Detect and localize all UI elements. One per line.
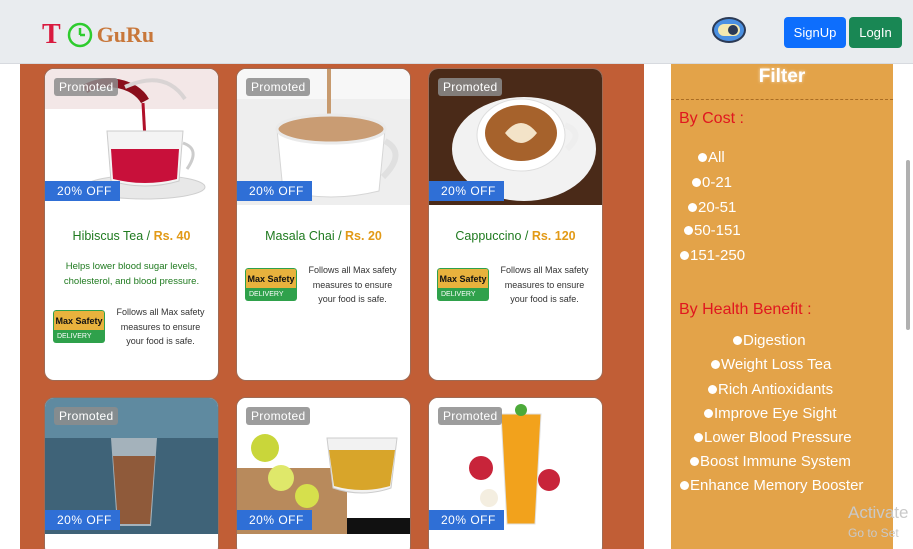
product-price: Rs. 120 [531, 229, 576, 243]
health-option-digestion[interactable]: Digestion [733, 332, 806, 349]
product-description: Helps lower blood sugar levels, choleste… [63, 261, 200, 287]
cost-option-0-21[interactable]: 0-21 [692, 174, 732, 191]
promoted-label: Promoted [246, 78, 311, 96]
product-grid: Promoted 20% OFF Hibiscus Tea / Rs. 40 H… [20, 64, 644, 549]
safety-info: Max Safety DELIVERY Follows all Max safe… [237, 263, 410, 307]
health-option-antioxidants[interactable]: Rich Antioxidants [708, 381, 833, 398]
safety-text: Follows all Max safety measures to ensur… [308, 265, 397, 304]
product-image-lemon-ginger-tea: Promoted 20% OFF [237, 398, 410, 534]
page-scrollbar[interactable] [906, 160, 910, 330]
max-safety-badge: Max Safety DELIVERY [437, 268, 489, 302]
filter-title: Filter [671, 66, 893, 100]
logo-letter: T [42, 19, 61, 50]
safety-info: Max Safety DELIVERY Follows all Max safe… [45, 305, 218, 349]
radio-icon [680, 481, 689, 490]
cost-option-all[interactable]: All [698, 149, 725, 166]
radio-icon [692, 178, 701, 187]
discount-tag: 20% OFF [237, 510, 312, 530]
discount-tag: 20% OFF [45, 181, 120, 201]
top-navbar: T GuRu SignUp LogIn [0, 0, 913, 64]
safety-text: Follows all Max safety measures to ensur… [500, 265, 589, 304]
product-image-hibiscus-tea: Promoted 20% OFF [45, 69, 218, 205]
logo-text: GuRu [96, 22, 155, 47]
radio-icon [694, 433, 703, 442]
max-safety-badge: Max Safety DELIVERY [53, 310, 105, 344]
radio-icon [688, 203, 697, 212]
product-card-masala-chai[interactable]: Promoted 20% OFF Masala Chai / Rs. 20 Ma… [236, 68, 411, 381]
product-title: Cappuccino / Rs. 120 [455, 229, 576, 243]
radio-icon [704, 409, 713, 418]
health-option-weight-loss[interactable]: Weight Loss Tea [711, 356, 831, 373]
cost-option-20-51[interactable]: 20-51 [688, 199, 736, 216]
discount-tag: 20% OFF [45, 510, 120, 530]
product-card-hibiscus-tea[interactable]: Promoted 20% OFF Hibiscus Tea / Rs. 40 H… [44, 68, 219, 381]
product-image-masala-chai: Promoted 20% OFF [237, 69, 410, 205]
brand-logo[interactable]: T GuRu [42, 18, 154, 52]
product-card[interactable]: Promoted 20% OFF [236, 397, 411, 549]
radio-icon [711, 360, 720, 369]
health-option-eye-sight[interactable]: Improve Eye Sight [704, 405, 837, 422]
health-option-blood-pressure[interactable]: Lower Blood Pressure [694, 429, 852, 446]
cost-option-151-250[interactable]: 151-250 [680, 247, 745, 264]
safety-info: Max Safety DELIVERY Follows all Max safe… [429, 263, 602, 307]
max-safety-badge: Max Safety DELIVERY [245, 268, 297, 302]
radio-icon [684, 226, 693, 235]
login-button[interactable]: LogIn [849, 17, 902, 48]
promoted-label: Promoted [438, 407, 503, 425]
signup-button[interactable]: SignUp [784, 17, 846, 48]
product-card-cappuccino[interactable]: Promoted 20% OFF Cappuccino / Rs. 120 Ma… [428, 68, 603, 381]
health-option-memory-booster[interactable]: Enhance Memory Booster [680, 477, 863, 494]
discount-tag: 20% OFF [429, 181, 504, 201]
radio-icon [690, 457, 699, 466]
product-card[interactable]: Promoted 20% OFF [428, 397, 603, 549]
product-price: Rs. 40 [153, 229, 191, 243]
promoted-label: Promoted [54, 407, 119, 425]
radio-icon [733, 336, 742, 345]
theme-toggle[interactable] [712, 17, 746, 43]
promoted-label: Promoted [246, 407, 311, 425]
cost-filter-heading: By Cost : [679, 110, 744, 127]
radio-icon [680, 251, 689, 260]
product-image-iced-tea: Promoted 20% OFF [45, 398, 218, 534]
filter-panel: Filter By Cost : All 0-21 20-51 50-151 1… [671, 64, 893, 549]
cost-option-50-151[interactable]: 50-151 [684, 222, 741, 239]
toggle-icon [718, 24, 740, 36]
product-title: Hibiscus Tea / Rs. 40 [72, 229, 191, 243]
product-price: Rs. 20 [345, 229, 382, 243]
health-filter-heading: By Health Benefit : [679, 301, 812, 318]
discount-tag: 20% OFF [429, 510, 504, 530]
product-title: Masala Chai / Rs. 20 [265, 229, 382, 243]
product-card[interactable]: Promoted 20% OFF [44, 397, 219, 549]
health-option-immune-system[interactable]: Boost Immune System [690, 453, 851, 470]
windows-activation-watermark: Activate Go to Set [848, 503, 909, 540]
product-image-cappuccino: Promoted 20% OFF [429, 69, 602, 205]
clock-icon [67, 22, 92, 48]
safety-text: Follows all Max safety measures to ensur… [116, 307, 205, 346]
promoted-label: Promoted [438, 78, 503, 96]
promoted-label: Promoted [54, 78, 119, 96]
discount-tag: 20% OFF [237, 181, 312, 201]
radio-icon [698, 153, 707, 162]
radio-icon [708, 385, 717, 394]
product-image-lychee-iced-tea: Promoted 20% OFF [429, 398, 602, 534]
